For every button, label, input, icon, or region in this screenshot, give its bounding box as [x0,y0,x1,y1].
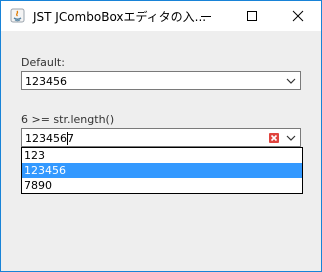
popup-item-label: 7890 [24,179,52,192]
popup-item-label: 123 [24,149,45,162]
default-combo-value[interactable]: 123456 [25,75,67,88]
chevron-down-icon[interactable] [286,77,296,85]
clear-icon[interactable] [269,133,279,143]
close-button[interactable] [275,1,321,31]
app-window: JST JComboBoxエディタの入... Default: 123456 6… [0,0,322,272]
chevron-down-icon[interactable] [286,134,296,142]
text-caret [67,132,68,145]
minimize-icon [201,16,211,17]
close-icon [292,10,304,22]
maximize-icon [247,11,257,21]
popup-item-label: 123456 [24,164,66,177]
limited-combo-box[interactable]: 1234567 [21,128,301,147]
window-title: JST JComboBoxエディタの入... [33,10,207,24]
minimize-button[interactable] [183,1,229,31]
popup-item-0[interactable]: 123 [22,148,302,163]
combo-popup-list: 123 123456 7890 [21,147,303,194]
default-combo-box[interactable]: 123456 [21,71,301,90]
default-label: Default: [21,56,65,69]
maximize-button[interactable] [229,1,275,31]
limited-label: 6 >= str.length() [21,113,115,126]
popup-item-2[interactable]: 7890 [22,178,302,193]
content-pane: Default: 123456 6 >= str.length() 123456… [1,31,321,271]
title-bar[interactable]: JST JComboBoxエディタの入... [1,1,321,31]
popup-item-1[interactable]: 123456 [22,163,302,178]
java-app-icon [10,8,25,23]
